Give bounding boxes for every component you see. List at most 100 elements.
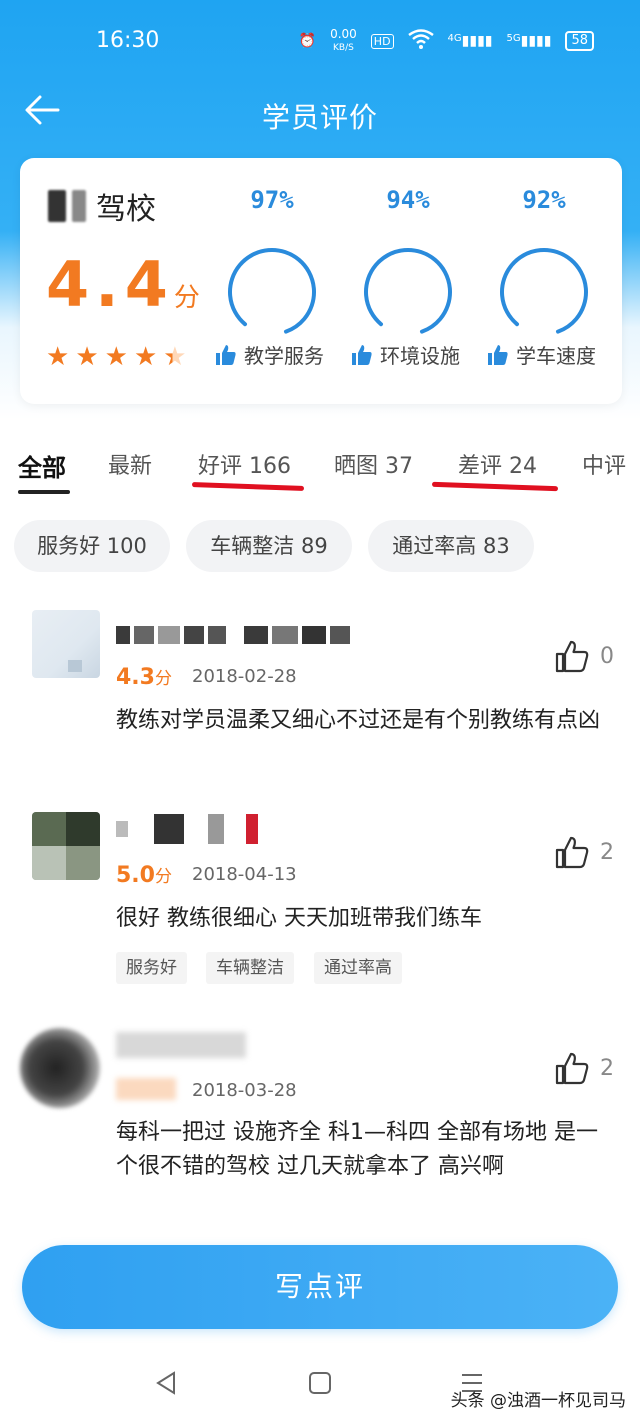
blur-segment (116, 1032, 246, 1058)
blur-segment (116, 1078, 176, 1100)
avatar[interactable] (20, 1028, 100, 1108)
review-score-value: 4.3 (116, 665, 155, 690)
blur-segment (188, 820, 204, 838)
red-highlight-mark (431, 481, 559, 492)
avatar-blur-detail (32, 812, 66, 846)
filter-pass-rate[interactable]: 通过率高 83 (368, 520, 534, 572)
net-speed: 0.00 KB/S (330, 28, 357, 54)
avatar[interactable] (32, 610, 100, 678)
blur-segment (134, 626, 154, 644)
review-score-value: 5.0 (116, 863, 155, 888)
blurred-school-prefix (48, 190, 66, 222)
thumbs-up-outline-icon (555, 1052, 589, 1085)
write-review-button[interactable]: 写点评 (22, 1245, 618, 1329)
metric-speed-label: 学车速度 (516, 344, 596, 368)
tab-latest[interactable]: 最新 (108, 448, 152, 480)
filter-clean-vehicle[interactable]: 车辆整洁 89 (186, 520, 352, 572)
thumbs-up-icon (216, 344, 236, 365)
review-tag: 通过率高 (314, 952, 402, 984)
blur-segment (302, 626, 326, 644)
gauge-teaching-percent: 97% (250, 186, 294, 214)
filter-good-service[interactable]: 服务好 100 (14, 520, 170, 572)
tab-negative[interactable]: 差评 24 (458, 448, 537, 480)
blur-segment (230, 626, 240, 644)
blurred-school-prefix-2 (72, 190, 86, 222)
blur-segment (228, 820, 242, 838)
review-score: 4.3分 (116, 664, 172, 690)
metric-facility-label: 环境设施 (380, 344, 460, 368)
review-score: 5.0分 (116, 862, 172, 888)
nav-bar: 学员评价 (0, 84, 640, 144)
star-icon: ★ (75, 342, 99, 372)
thumbs-up-outline-icon (555, 836, 589, 869)
thumbs-up-outline-icon (555, 640, 589, 673)
gauge-facility-percent: 94% (386, 186, 430, 214)
metric-speed: 学车速度 (486, 340, 596, 369)
review-text: 很好 教练很细心 天天加班带我们练车 (116, 906, 482, 931)
status-icons: ⏰ 0.00 KB/S HD 4G▮▮▮▮ 5G▮▮▮▮ 58 (299, 28, 594, 54)
school-name: 驾校 (48, 184, 156, 228)
review-item: 2018-03-28 2 每科一把过 设施齐全 科1—科四 全部有场地 是一个很… (0, 1020, 640, 1220)
tab-all[interactable]: 全部 (18, 448, 66, 483)
review-item: 4.3分 2018-02-28 0 教练对学员温柔又细心不过还是有个别教练有点凶 (0, 606, 640, 776)
net1-label: 4G (447, 33, 462, 44)
gauge-speed-percent: 92% (522, 186, 566, 214)
review-text: 每科一把过 设施齐全 科1—科四 全部有场地 是一个很不错的驾校 过几天就拿本了… (116, 1120, 598, 1179)
avatar-blur-detail (68, 660, 82, 672)
school-score-card: 驾校 4.4分 ★ ★ ★ ★ ★ 97% 94% 92% 教学服务 环境设施 学车速度 (20, 158, 622, 404)
school-rating-value: 4.4 (46, 248, 174, 321)
signal-4g-icon: 4G▮▮▮▮ (447, 33, 493, 49)
blurred-username (116, 814, 258, 844)
blur-segment (154, 814, 184, 844)
tab-neutral[interactable]: 中评 (582, 448, 626, 480)
blurred-username (116, 626, 350, 644)
like-button[interactable]: 2 (554, 834, 614, 870)
avatar-blur-detail (66, 846, 100, 880)
nav-home-icon[interactable] (306, 1369, 334, 1404)
like-count: 2 (600, 1055, 614, 1081)
blur-segment (184, 626, 204, 644)
blur-segment (208, 814, 224, 844)
school-rating-unit: 分 (173, 283, 200, 313)
battery-icon: 58 (565, 31, 594, 51)
star-rating: ★ ★ ★ ★ ★ (46, 344, 187, 370)
hd-icon: HD (370, 33, 394, 49)
blur-segment (246, 814, 258, 844)
review-tabs: 全部 最新 好评 166 晒图 37 差评 24 中评 (0, 440, 640, 500)
metric-facility: 环境设施 (350, 340, 460, 369)
wifi-icon (407, 29, 434, 53)
avatar[interactable] (32, 812, 100, 880)
like-button[interactable]: 2 (554, 1050, 614, 1086)
review-tag: 车辆整洁 (206, 952, 294, 984)
blur-segment (132, 820, 150, 838)
thumbs-up-icon (352, 344, 372, 365)
status-time: 16:30 (96, 28, 160, 53)
star-icon: ★ (163, 342, 187, 372)
blur-segment (244, 626, 268, 644)
blur-segment (158, 626, 180, 644)
like-count: 0 (600, 643, 614, 669)
tab-photos[interactable]: 晒图 37 (334, 448, 413, 480)
star-icon: ★ (104, 342, 128, 372)
avatar-blur-detail (66, 812, 100, 846)
school-name-text: 驾校 (96, 192, 156, 227)
like-button[interactable]: 0 (554, 638, 614, 674)
blur-segment (208, 626, 226, 644)
blur-segment (272, 626, 298, 644)
blurred-score (116, 1078, 176, 1100)
review-date: 2018-04-13 (192, 864, 297, 885)
avatar-blur-detail (32, 846, 66, 880)
school-rating: 4.4分 (46, 248, 200, 321)
tab-positive[interactable]: 好评 166 (198, 448, 291, 480)
review-tag: 服务好 (116, 952, 187, 984)
active-tab-indicator (18, 490, 70, 494)
page-title: 学员评价 (261, 101, 378, 134)
review-date: 2018-03-28 (192, 1080, 297, 1101)
watermark: 头条 @浊酒一杯见司马 (450, 1391, 626, 1411)
nav-back-icon[interactable] (152, 1369, 180, 1404)
alarm-icon: ⏰ (298, 33, 317, 49)
status-bar: 16:30 ⏰ 0.00 KB/S HD 4G▮▮▮▮ 5G▮▮▮▮ 58 (0, 0, 640, 84)
metric-teaching-label: 教学服务 (244, 344, 324, 368)
net-speed-unit: KB/S (333, 43, 354, 53)
gauge-teaching (228, 248, 316, 336)
